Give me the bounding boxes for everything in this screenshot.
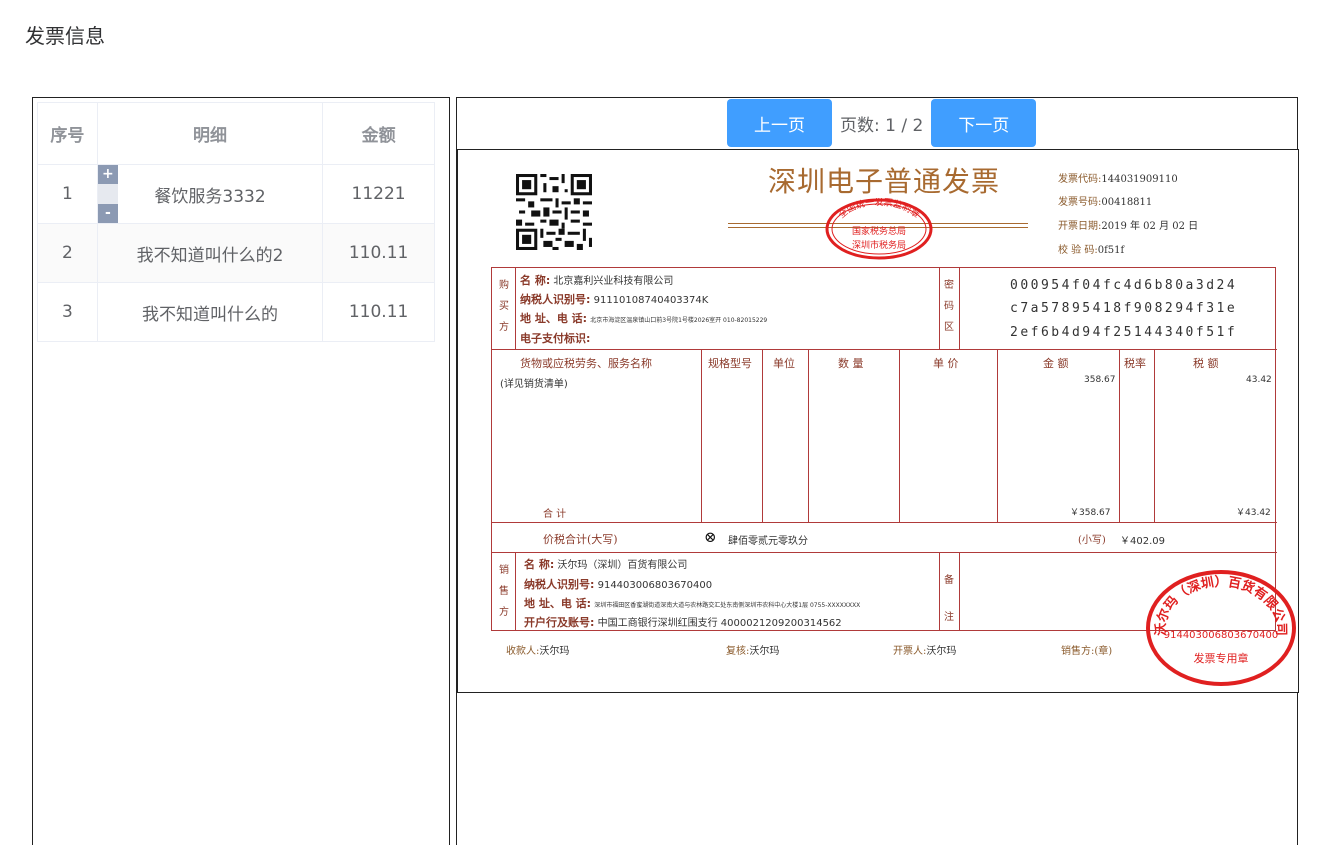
row-detail: 餐饮服务3332 bbox=[154, 186, 266, 207]
seller-tax-id: 纳税人识别号: 914403006803670400 bbox=[524, 578, 713, 591]
row-index: 1 bbox=[37, 164, 98, 224]
table-row[interactable]: 3 我不知道叫什么的 110.11 bbox=[37, 282, 435, 342]
seller-name: 名 称: 沃尔玛（深圳）百货有限公司 bbox=[524, 558, 688, 571]
buyer-name: 名 称: 北京嘉利兴业科技有限公司 bbox=[520, 274, 674, 287]
seal-top-line2: 国家税务总局 bbox=[852, 225, 906, 237]
pager: 上一页 页数: 1 / 2 下一页 bbox=[727, 99, 1037, 147]
total-amount: ￥358.67 bbox=[1070, 508, 1111, 518]
grand-total-lower: ￥402.09 bbox=[1120, 536, 1165, 547]
next-page-button[interactable]: 下一页 bbox=[931, 99, 1037, 147]
password-line-2: c7a57895418f908294f31e bbox=[1010, 301, 1238, 316]
qr-code bbox=[516, 174, 592, 250]
cancel-circle-icon: ⊗ bbox=[704, 528, 717, 546]
invoice-document: 深圳电子普通发票 全国统一发票监制章 国家税务总局 深圳市税务局 发票代码:14… bbox=[458, 150, 1298, 692]
buyer-side-label: 购买方 bbox=[499, 280, 509, 333]
payee: 收款人:沃尔玛 bbox=[506, 646, 570, 657]
buyer-pay-id: 电子支付标识: bbox=[520, 332, 591, 345]
check-code: 校 验 码:0f51f bbox=[1058, 245, 1125, 256]
password-side-label: 密码区 bbox=[944, 280, 954, 333]
remark-side-label: 备注 bbox=[944, 575, 954, 623]
item-amount: 358.67 bbox=[1084, 375, 1116, 385]
seller-address: 地 址、电 话: 深圳市福田区香蜜湖街道深南大道与农林路交汇处东南侧深圳市农科中… bbox=[524, 597, 861, 610]
seller-side-label: 销售方 bbox=[499, 565, 509, 618]
invoice-viewer-panel: 上一页 页数: 1 / 2 下一页 深圳电子普通发票 全国统一发票监制章 国家税… bbox=[456, 97, 1299, 845]
row-detail: 我不知道叫什么的 bbox=[96, 282, 324, 342]
row-detail: 我不知道叫什么的2 bbox=[96, 223, 324, 283]
grand-total-upper: 肆佰零贰元零玖分 bbox=[728, 536, 808, 547]
header-amount: 金额 bbox=[322, 102, 435, 165]
table-row[interactable]: 1 + - 餐饮服务3332 11221 bbox=[37, 164, 435, 224]
invoice-code: 发票代码:144031909110 bbox=[1058, 174, 1178, 185]
buyer-tax-id: 纳税人识别号: 91110108740403374K bbox=[520, 293, 709, 306]
prev-page-button[interactable]: 上一页 bbox=[727, 99, 832, 147]
table-header-row: 序号 明细 金额 bbox=[37, 102, 435, 165]
col-qty: 数 量 bbox=[838, 357, 864, 370]
total-tax: ￥43.42 bbox=[1236, 508, 1271, 518]
header-index: 序号 bbox=[37, 102, 98, 165]
col-amount: 金 额 bbox=[1043, 357, 1069, 370]
row-amount: 110.11 bbox=[322, 282, 435, 342]
password-line-3: 2ef6b4d94f25144340f51f bbox=[1010, 325, 1238, 340]
total-label: 合 计 bbox=[543, 509, 567, 520]
col-spec: 规格型号 bbox=[708, 357, 752, 370]
page-title: 发票信息 bbox=[25, 24, 105, 48]
invoice-number: 发票号码:00418811 bbox=[1058, 197, 1153, 208]
expand-plus-button[interactable]: + bbox=[97, 165, 118, 184]
issuer: 开票人:沃尔玛 bbox=[893, 646, 957, 657]
invoice-items-panel: 序号 明细 金额 1 + - 餐饮服务3332 11221 2 我不知道叫什么的… bbox=[32, 97, 450, 845]
seal-top-line3: 深圳市税务局 bbox=[852, 239, 906, 251]
table-row[interactable]: 2 我不知道叫什么的2 110.11 bbox=[37, 223, 435, 283]
seller-bank: 开户行及账号: 中国工商银行深圳红围支行 4000021209200314562 bbox=[524, 616, 842, 629]
buyer-address: 地 址、电 话: 北京市海淀区温泉镇山口前3号院1号楼2026室开 010-82… bbox=[520, 312, 768, 325]
password-line-1: 000954f04fc4d6b80a3d24 bbox=[1010, 278, 1238, 293]
row-amount: 11221 bbox=[322, 164, 435, 224]
row-control-track bbox=[97, 184, 118, 205]
row-index: 3 bbox=[37, 282, 98, 342]
grand-total-label: 价税合计(大写) bbox=[543, 533, 618, 546]
invoice-image-frame: 深圳电子普通发票 全国统一发票监制章 国家税务总局 深圳市税务局 发票代码:14… bbox=[457, 149, 1299, 693]
collapse-minus-button[interactable]: - bbox=[97, 204, 118, 223]
invoice-date: 开票日期:2019 年 02 月 02 日 bbox=[1058, 221, 1199, 232]
seal-bottom-caption: 发票专用章 bbox=[1194, 651, 1249, 665]
svg-text:全国统一发票监制章: 全国统一发票监制章 bbox=[836, 198, 922, 221]
col-tax: 税 额 bbox=[1193, 357, 1219, 370]
col-item-name: 货物或应税劳务、服务名称 bbox=[520, 357, 652, 370]
invoice-title: 深圳电子普通发票 bbox=[768, 165, 1001, 198]
header-detail: 明细 bbox=[96, 102, 324, 165]
tax-bureau-seal-icon: 全国统一发票监制章 国家税务总局 深圳市税务局 bbox=[825, 198, 933, 260]
seller-invoice-seal-icon: 沃尔玛（深圳）百货有限公司 914403006803670400 发票专用章 bbox=[1146, 570, 1296, 686]
seal-bottom-number: 914403006803670400 bbox=[1164, 630, 1279, 641]
item-tax: 43.42 bbox=[1246, 375, 1272, 385]
col-tax-rate: 税率 bbox=[1124, 357, 1146, 370]
row-index: 2 bbox=[37, 223, 98, 283]
col-unit: 单位 bbox=[773, 357, 795, 370]
invoice-items-table: 序号 明细 金额 1 + - 餐饮服务3332 11221 2 我不知道叫什么的… bbox=[37, 102, 435, 342]
item-name: (详见销货清单) bbox=[500, 379, 568, 390]
row-amount: 110.11 bbox=[322, 223, 435, 283]
reviewer: 复核:沃尔玛 bbox=[726, 646, 780, 657]
seller-stamp-label: 销售方:(章) bbox=[1061, 646, 1113, 657]
page-indicator: 页数: 1 / 2 bbox=[840, 115, 924, 136]
seal-top-arc-text: 全国统一发票监制章 bbox=[836, 198, 922, 221]
col-price: 单 价 bbox=[933, 357, 959, 370]
row-detail-cell: + - 餐饮服务3332 bbox=[96, 164, 324, 224]
grand-total-lower-label: (小写) bbox=[1078, 535, 1106, 546]
